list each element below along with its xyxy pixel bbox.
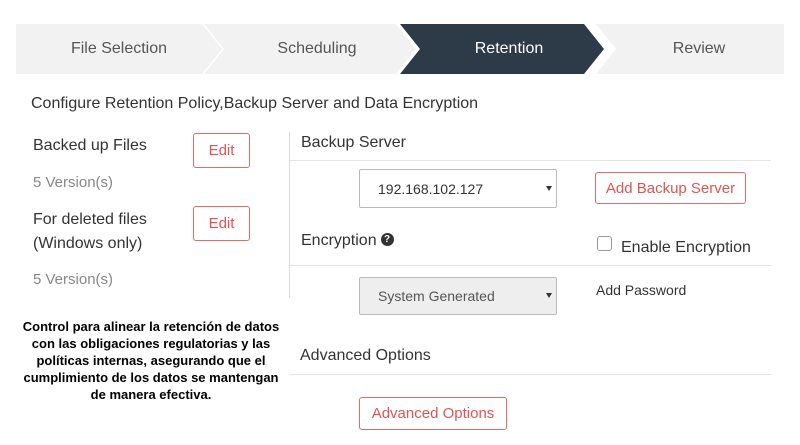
advanced-options-title: Advanced Options [300,347,431,364]
edit-deleted-button[interactable]: Edit [193,206,250,241]
page-heading: Configure Retention Policy,Backup Server… [31,95,479,112]
divider [290,265,771,266]
step-label: Review [672,40,726,57]
deleted-files-label-line1: For deleted files [33,211,147,228]
encryption-key-select[interactable]: System Generated [359,277,557,315]
caption-note: Control para alinear la retención de dat… [22,319,280,402]
enable-encryption-checkbox[interactable] [597,236,612,251]
deleted-versions: 5 Version(s) [33,271,114,288]
step-retention[interactable]: Retention [400,24,604,74]
divider [290,160,771,161]
backed-up-versions: 5 Version(s) [33,174,114,191]
encryption-title: Encryption? [301,229,394,253]
backup-server-select[interactable]: 192.168.102.127 [359,169,557,208]
encryption-label: Encryption [301,232,377,249]
step-scheduling[interactable]: Scheduling [204,24,416,74]
chevron-down-icon [546,185,552,191]
edit-backed-up-button[interactable]: Edit [193,133,250,168]
backup-server-title: Backup Server [301,134,406,151]
step-label: Scheduling [277,40,357,57]
add-backup-server-button[interactable]: Add Backup Server [595,172,746,204]
encryption-key-value: System Generated [378,288,495,304]
deleted-files-label-line2: (Windows only) [33,235,143,252]
step-label: File Selection [70,40,168,57]
column-divider [289,132,290,298]
backup-server-value: 192.168.102.127 [378,180,484,197]
step-label: Retention [474,40,544,57]
advanced-options-button[interactable]: Advanced Options [359,397,507,430]
step-file-selection[interactable]: File Selection [16,24,222,74]
step-review[interactable]: Review [596,24,784,74]
backed-up-files-label: Backed up Files [33,137,147,154]
enable-encryption-label[interactable]: Enable Encryption [621,236,751,260]
chevron-down-icon [546,293,552,298]
divider [290,374,771,375]
help-icon[interactable]: ? [380,233,394,247]
wizard-steps: File Selection Scheduling Retention Revi… [16,24,784,74]
add-password-link[interactable]: Add Password [596,278,686,302]
